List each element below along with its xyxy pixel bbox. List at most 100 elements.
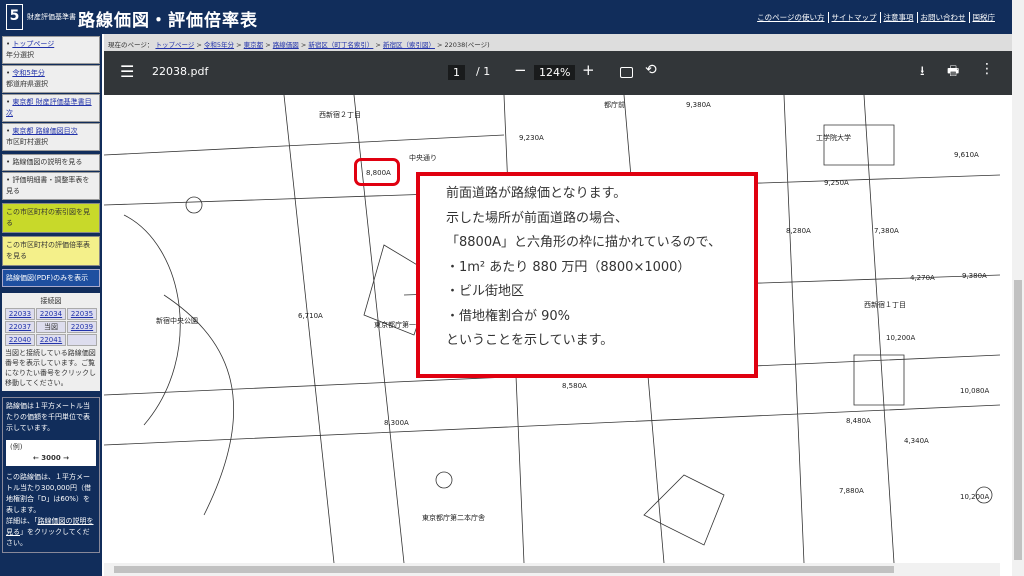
callout-line: ・ビル街地区 [446,284,525,299]
nav-sub: 市区町村選択 [6,138,48,146]
adjacent-cell[interactable]: 22035 [67,308,97,320]
nav-top: • トップページ 年分選択 [2,36,100,64]
example-label: (例) [10,443,23,451]
adjacent-cell[interactable]: 22037 [5,321,35,333]
nav-sub: 年分選択 [6,51,34,59]
breadcrumb-link[interactable]: トップページ [155,41,194,49]
adjacent-maps: 接続図 22033 22034 22035 22037 当図 22039 220… [2,293,100,391]
route-price: 10,200A [886,334,915,342]
nav-sub: 都道府県選択 [6,80,48,88]
horizontal-scrollbar[interactable] [104,563,1000,576]
explanation-callout: 前面道路が路線価となります。 示した場所が前面道路の場合、 「8800A」と六角… [416,172,758,378]
breadcrumb-prefix: 現在のページ： [108,41,154,49]
callout-line: ・1m² あたり 880 万円（8800×1000） [446,259,691,275]
route-price: 8,580A [562,382,587,390]
adjacent-cell[interactable]: 22034 [36,308,66,320]
zoom-input[interactable]: 124% [534,65,576,80]
nav-link[interactable]: 東京都 財産評価基準書目次 [6,98,92,117]
breadcrumb-link[interactable]: 新宿区（町丁名索引） [308,41,373,49]
adjacent-cell[interactable]: 22040 [5,334,35,346]
route-price: 9,250A [824,179,849,187]
sidebar: • トップページ 年分選択 • 令和5年分 都道府県選択 • 東京都 財産評価基準書… [0,34,102,576]
map-label: 東京都庁第二本庁舎 [422,513,485,522]
breadcrumb-link[interactable]: 東京都 [244,41,264,49]
print-icon[interactable]: 🖶 [947,62,959,84]
multiplier-button[interactable]: この市区町村の評価倍率表を見る [2,236,100,266]
zoom-in-button[interactable]: + [582,61,595,79]
route-price: 7,880A [839,487,864,495]
zoom-out-button[interactable]: − [514,61,527,79]
callout-line: 「8800A」と六角形の枠に描かれているので、 [446,235,722,250]
route-price: 4,270A [910,274,935,282]
more-options-icon[interactable]: ⋮ [980,61,994,77]
route-price: 9,230A [519,134,544,142]
page-total: / 1 [476,65,491,78]
info-box: 路線価は１平方メートル当たりの価額を千円単位で表示しています。 (例) ← 300… [2,397,100,553]
breadcrumb-link[interactable]: 令和5年分 [204,41,234,49]
download-icon[interactable]: ⭳ [920,62,925,84]
nav-link[interactable]: トップページ [12,40,54,48]
rotate-icon[interactable]: ⟲ [645,62,657,78]
link-usage[interactable]: このページの使い方 [754,12,827,23]
nav-year: • 令和5年分 都道府県選択 [2,65,100,93]
item-label: 路線価図の説明を見る [12,158,83,166]
pdf-toolbar: ☰ 22038.pdf 1 / 1 − 124% + ⟲ ⭳ 🖶 ⋮ [104,51,1012,95]
route-price: 8,480A [846,417,871,425]
map-label: 西新宿１丁目 [864,300,906,309]
adjacent-cell[interactable]: 22041 [36,334,66,346]
item-forms[interactable]: • 評価明細書・調整率表を見る [2,172,100,200]
adjacent-cell-empty [67,334,97,346]
highlight-circle [354,158,400,186]
callout-line: 示した場所が前面道路の場合、 [446,210,629,226]
nav-map-contents: • 東京都 路線価図目次 市区町村選択 [2,123,100,151]
route-price: 7,380A [874,227,899,235]
adjacent-cell[interactable]: 22033 [5,308,35,320]
route-price: 8,300A [384,419,409,427]
info-text3: 詳細は、「路線価図の説明を見る」をクリックしてください。 [6,516,96,549]
route-price: 9,380A [962,272,987,280]
route-price: 9,610A [954,151,979,159]
pdf-only-button[interactable]: 路線価図(PDF)のみを表示 [2,269,100,287]
route-price: 8,280A [786,227,811,235]
route-price: 9,380A [686,101,711,109]
link-nta[interactable]: 国税庁 [968,12,999,23]
page-input[interactable]: 1 [448,65,465,80]
pdf-filename: 22038.pdf [152,65,209,78]
page-scrollbar[interactable] [1012,0,1024,576]
fit-page-icon[interactable] [620,67,633,78]
route-price: 10,080A [960,387,989,395]
link-notes[interactable]: 注意事項 [879,12,917,23]
adjacent-note: 当図と接続している路線価図番号を表示しています。ご覧になりたい番号をクリックし移… [5,349,96,387]
map-label: 都庁前 [604,100,625,109]
callout-line: 前面道路が路線価となります。 [446,186,627,201]
item-explanation[interactable]: • 路線価図の説明を見る [2,154,100,171]
logo-subtitle: 財産評価基準書 [27,13,76,21]
nav-link[interactable]: 東京都 路線価図目次 [12,127,77,135]
text: 詳細は、「 [6,517,38,525]
adjacent-title: 接続図 [40,297,62,305]
breadcrumb: 現在のページ： トップページ > 令和5年分 > 東京都 > 路線価図 > 新宿… [104,34,1012,51]
map-label: 西新宿２丁目 [319,110,361,119]
callout-line: ・借地権割合が 90% [446,308,571,324]
route-price: 6,710A [298,312,323,320]
map-label: 中央通り [409,153,437,162]
route-price: 10,200A [960,493,989,501]
header-links: このページの使い方 サイトマップ 注意事項 お問い合わせ 国税庁 [754,12,998,23]
link-sitemap[interactable]: サイトマップ [827,12,880,23]
callout-line: ということを示しています。 [446,333,614,348]
nav-link[interactable]: 令和5年分 [12,69,44,77]
info-text: 路線価は１平方メートル当たりの価額を千円単位で表示しています。 [6,402,90,432]
breadcrumb-link[interactable]: 新宿区（索引図） [383,41,435,49]
example-value: ← 3000 → [32,454,70,462]
breadcrumb-current: 22038(ページ) [444,41,490,49]
menu-icon[interactable]: ☰ [120,62,134,81]
index-map-button[interactable]: この市区町村の索引図を見る [2,203,100,233]
breadcrumb-link[interactable]: 路線価図 [273,41,299,49]
page-title: 路線価図・評価倍率表 [78,11,258,31]
link-contact[interactable]: お問い合わせ [916,12,969,23]
adjacent-cell[interactable]: 22039 [67,321,97,333]
nav-contents: • 東京都 財産評価基準書目次 [2,94,100,122]
logo: 5 [6,4,23,30]
item-label: 評価明細書・調整率表を見る [6,176,90,195]
map-label: 工学院大学 [816,133,851,142]
